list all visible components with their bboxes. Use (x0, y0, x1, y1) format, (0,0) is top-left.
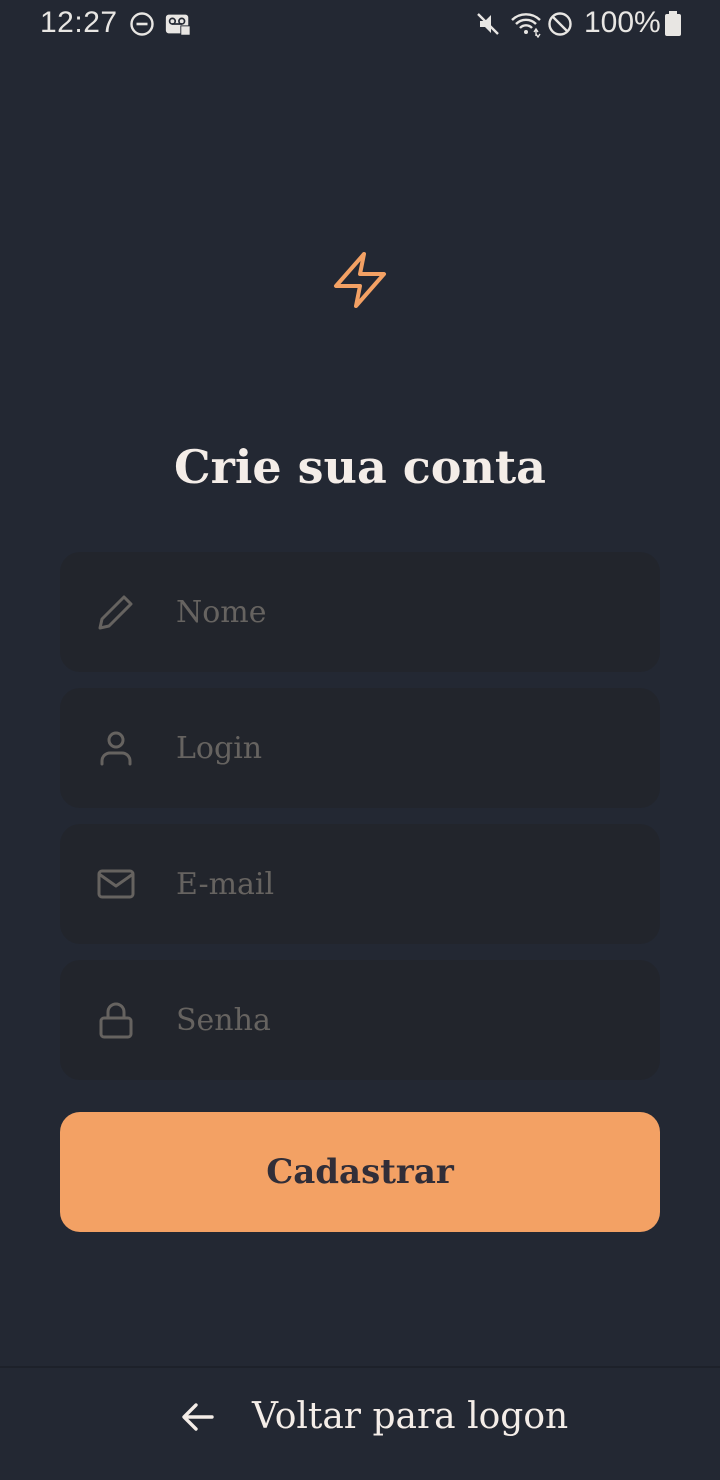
do-not-disturb-icon (130, 12, 154, 36)
page-title: Crie sua conta (174, 440, 546, 494)
password-field[interactable] (60, 960, 660, 1080)
status-time: 12:27 (40, 6, 118, 39)
name-input[interactable] (176, 552, 636, 672)
edit-icon (98, 595, 133, 630)
back-to-logon-link[interactable]: Voltar para logon (180, 1396, 568, 1437)
zap-icon (334, 252, 386, 308)
status-bar: 12:27 100% (0, 0, 720, 50)
login-field[interactable] (60, 688, 660, 808)
arrow-left-icon (182, 1402, 214, 1431)
email-field[interactable] (60, 824, 660, 944)
register-button[interactable]: Cadastrar (60, 1112, 660, 1232)
login-input[interactable] (176, 688, 636, 808)
footer: Voltar para logon (0, 1368, 720, 1480)
email-input[interactable] (176, 824, 636, 944)
battery-icon (665, 11, 681, 36)
mute-icon (477, 13, 499, 35)
back-label: Voltar para logon (252, 1396, 569, 1437)
lock-icon (99, 1002, 133, 1039)
blocked-icon (548, 12, 572, 36)
user-icon (100, 731, 132, 766)
name-field[interactable] (60, 552, 660, 672)
wifi-icon (511, 13, 541, 38)
password-input[interactable] (176, 960, 636, 1080)
mail-icon (97, 869, 135, 899)
voicemail-icon (165, 14, 191, 36)
battery-percent: 100% (584, 6, 661, 39)
